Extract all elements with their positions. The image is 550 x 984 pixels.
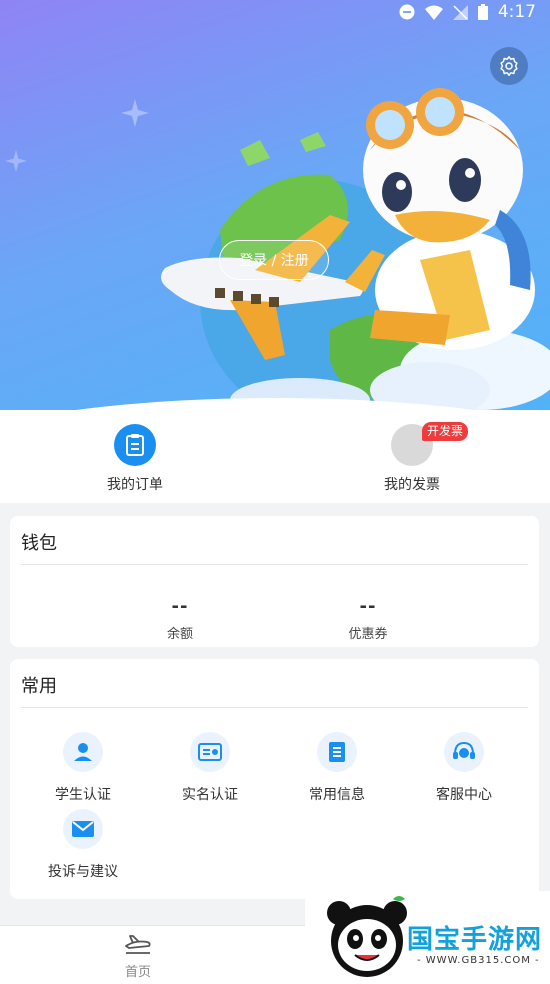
issue-invoice-badge: 开发票 [422, 422, 469, 441]
wallet-card: 钱包 -- 余额 -- 优惠券 [10, 516, 539, 647]
login-register-button[interactable]: 登录 / 注册 [219, 240, 329, 280]
divider [21, 564, 528, 565]
shortcuts-row: 我的订单 我的发票 [0, 410, 550, 503]
complaints-suggestions-button[interactable]: 投诉与建议 [23, 809, 143, 881]
student-icon [63, 732, 103, 772]
id-card-icon [190, 732, 230, 772]
clipboard-icon [114, 424, 156, 466]
duck-pilot-illustration [161, 88, 550, 422]
mail-icon [63, 809, 103, 849]
student-verification-button[interactable]: 学生认证 [23, 732, 143, 804]
coupon-value: -- [359, 596, 377, 617]
common-info-label: 常用信息 [309, 787, 365, 803]
common-card: 常用 学生认证 实名认证 常用信息 客服中心 投诉与建议 [10, 659, 539, 899]
divider [21, 707, 528, 708]
complaints-suggestions-label: 投诉与建议 [48, 864, 118, 880]
customer-service-button[interactable]: 客服中心 [404, 732, 524, 804]
common-title: 常用 [21, 676, 57, 697]
my-invoices-label: 我的发票 [384, 477, 440, 493]
watermark-text: 国宝手游网 [407, 925, 543, 955]
realname-verification-label: 实名认证 [182, 787, 238, 803]
flight-icon [125, 935, 151, 954]
watermark-url: - WWW.GB315.COM - [417, 955, 540, 966]
status-bar: 4:17 [0, 0, 550, 26]
sparkle-icon [121, 99, 149, 127]
coupon-item[interactable]: -- 优惠券 [308, 596, 428, 642]
wallet-title: 钱包 [21, 533, 57, 554]
battery-icon [477, 4, 488, 20]
profile-header-banner: 4:17 登录 / 注册 [0, 0, 550, 440]
wifi-icon [424, 5, 443, 20]
my-orders-button[interactable]: 我的订单 [75, 424, 195, 494]
headset-icon [444, 732, 484, 772]
nav-home-tab[interactable]: 首页 [108, 932, 168, 980]
balance-item[interactable]: -- 余额 [120, 596, 240, 642]
student-verification-label: 学生认证 [55, 787, 111, 803]
info-list-icon [317, 732, 357, 772]
coupon-label: 优惠券 [348, 627, 388, 642]
panda-logo-icon [327, 896, 407, 977]
gear-icon [500, 56, 518, 76]
customer-service-label: 客服中心 [436, 787, 492, 803]
my-orders-label: 我的订单 [107, 477, 163, 493]
sparkle-icon [5, 150, 27, 172]
nav-home-label: 首页 [124, 965, 151, 980]
dnd-icon [399, 4, 415, 20]
status-time: 4:17 [497, 2, 536, 22]
balance-label: 余额 [166, 627, 193, 642]
no-signal-icon [452, 4, 468, 20]
settings-button[interactable] [490, 47, 528, 85]
balance-value: -- [171, 596, 189, 617]
common-info-button[interactable]: 常用信息 [277, 732, 397, 804]
realname-verification-button[interactable]: 实名认证 [150, 732, 270, 804]
site-watermark: 国宝手游网 - WWW.GB315.COM - [305, 891, 550, 983]
